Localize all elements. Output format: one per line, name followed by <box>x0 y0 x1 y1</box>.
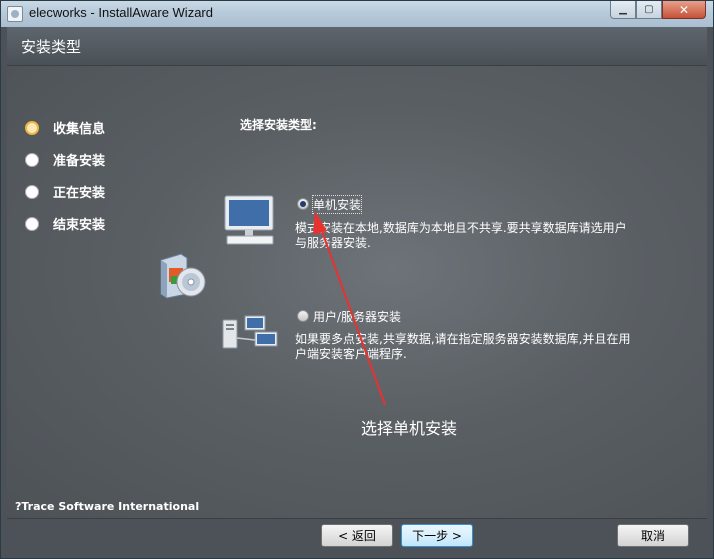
client-server-option-label[interactable]: 用户/服务器安装 <box>313 308 401 325</box>
page-header: 安装类型 <box>7 27 707 66</box>
step-bullet-icon <box>25 152 39 167</box>
standalone-option-label[interactable]: 单机安装 <box>311 195 363 214</box>
section-title: 选择安装类型: <box>240 118 317 132</box>
step-bullet-icon <box>25 184 39 199</box>
step-label: 准备安装 <box>53 154 106 169</box>
app-icon <box>7 6 23 22</box>
network-server-icon <box>222 315 278 349</box>
step-finish: 结束安装 <box>25 214 105 233</box>
window-title: elecworks - InstallAware Wizard <box>29 5 213 20</box>
step-label: 正在安装 <box>53 186 106 201</box>
client-server-radio[interactable] <box>297 310 309 322</box>
close-icon: ✕ <box>678 2 690 17</box>
copyright-text: ?Trace Software International <box>15 500 200 513</box>
computer-icon <box>224 195 274 245</box>
installer-window: elecworks - InstallAware Wizard ▁ ▢ ✕ 安装… <box>0 0 714 559</box>
step-installing: 正在安装 <box>25 182 105 201</box>
annotation-text: 选择单机安装 <box>361 419 458 438</box>
installer-box-icon <box>160 253 206 299</box>
window-controls: ▁ ▢ ✕ <box>610 1 706 19</box>
maximize-icon: ▢ <box>644 4 654 15</box>
standalone-description: 模式安装在本地,数据库为本地且不共享.要共享数据库请选用户与服务器安装. <box>295 221 627 250</box>
step-bullet-icon <box>25 216 39 231</box>
content-panel: 收集信息 准备安装 正在安装 结束安装 选择安装类型: 单机安装 模式安装在本地… <box>7 66 707 518</box>
step-label: 结束安装 <box>53 218 106 233</box>
standalone-radio[interactable] <box>297 198 309 210</box>
title-bar: elecworks - InstallAware Wizard ▁ ▢ ✕ <box>1 1 713 27</box>
step-bullet-active-icon <box>25 120 39 135</box>
step-label: 收集信息 <box>53 122 106 137</box>
minimize-button[interactable]: ▁ <box>610 1 636 19</box>
step-collect-info: 收集信息 <box>25 118 105 137</box>
button-bar: < 返回 下一步 > 取消 <box>7 518 707 553</box>
cancel-button[interactable]: 取消 <box>617 524 689 547</box>
minimize-icon: ▁ <box>619 4 627 15</box>
maximize-button[interactable]: ▢ <box>636 1 662 19</box>
back-button[interactable]: < 返回 <box>321 524 393 547</box>
client-server-description: 如果要多点安装,共享数据,请在指定服务器安装数据库,并且在用户端安装客户端程序. <box>295 332 631 361</box>
close-button[interactable]: ✕ <box>662 1 706 19</box>
step-prepare: 准备安装 <box>25 150 105 169</box>
page-title: 安装类型 <box>21 38 82 56</box>
next-button[interactable]: 下一步 > <box>401 524 473 547</box>
